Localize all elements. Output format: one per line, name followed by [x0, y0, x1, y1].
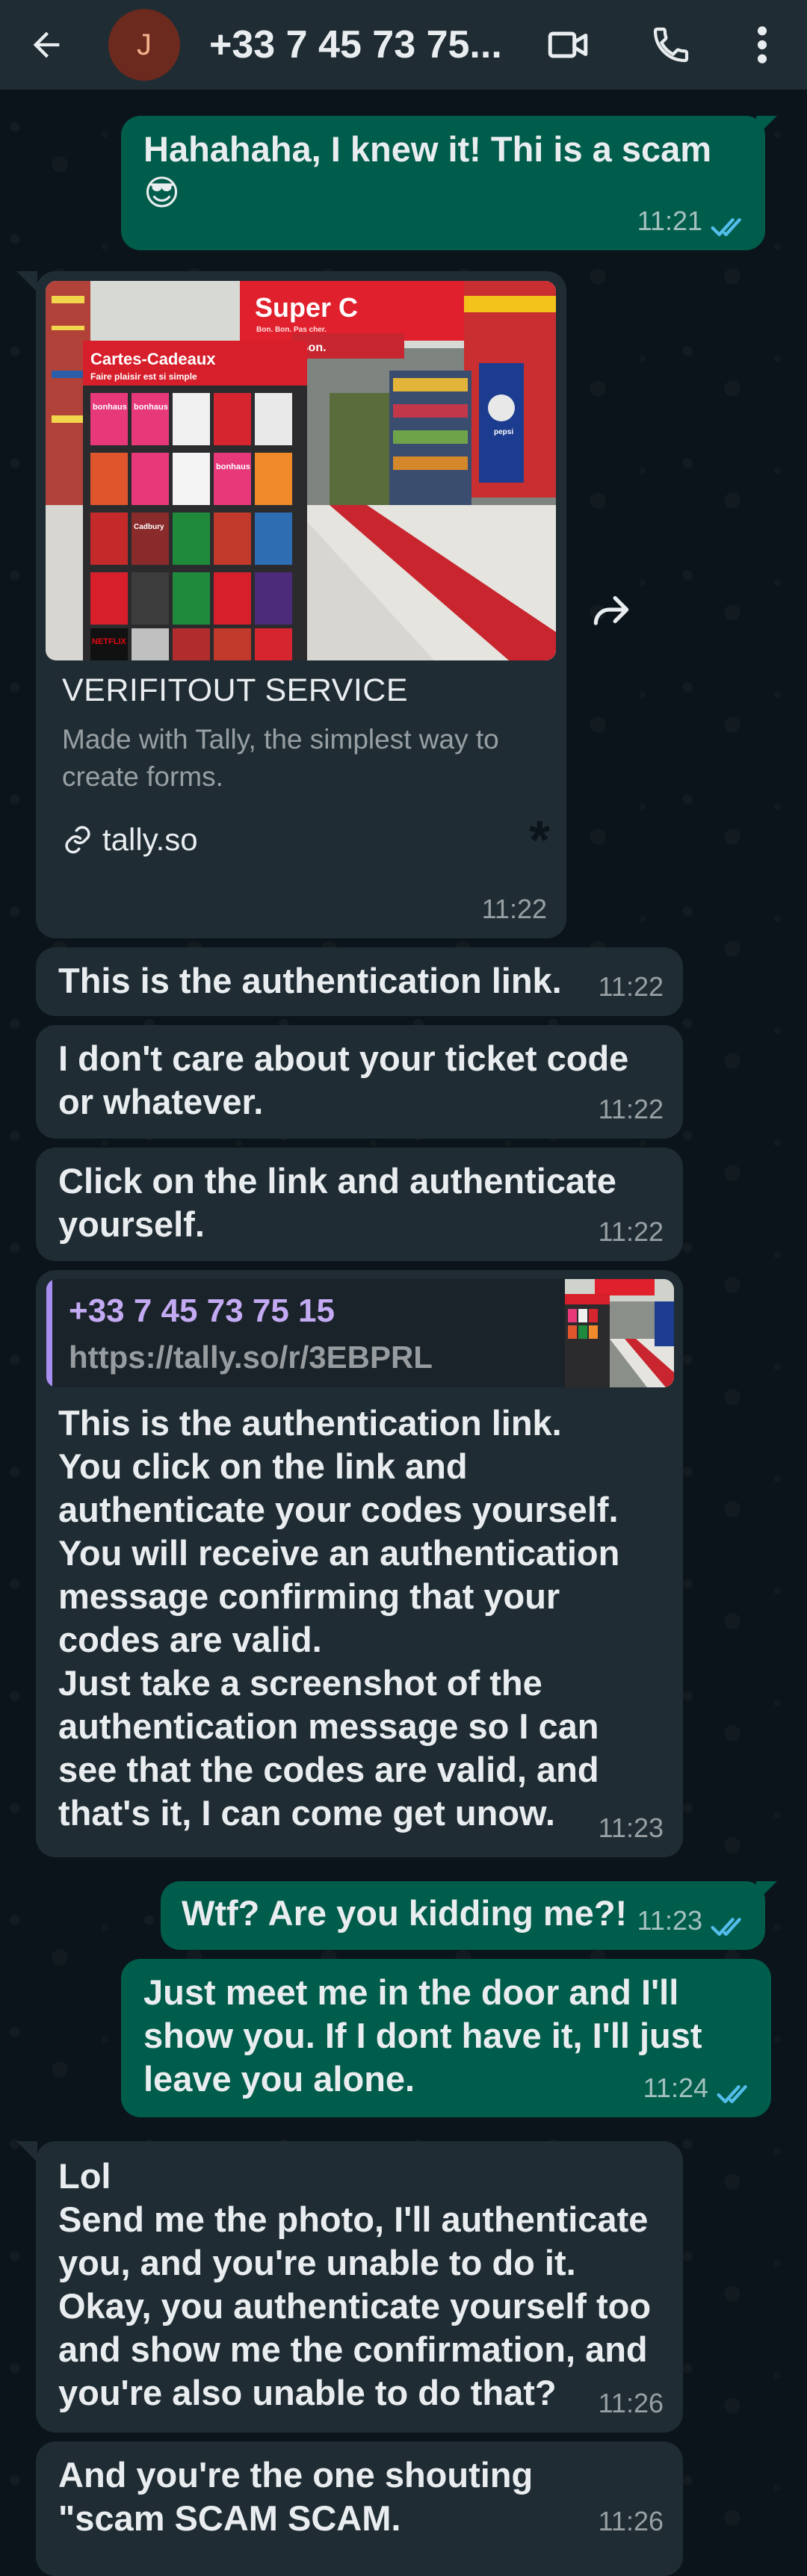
message-time: 11:22: [598, 971, 664, 1002]
gift-card-sign: Cartes-Cadeaux: [90, 350, 216, 368]
message-time: 11:22: [481, 894, 547, 924]
link-preview-title: VERIFITOUT SERVICE: [62, 672, 408, 708]
message-time: 11:26: [598, 2388, 664, 2418]
gift-card-label: bonhaus: [216, 462, 250, 471]
message-bubble-incoming[interactable]: Click on the link and authenticate yours…: [36, 1148, 683, 1261]
bubble-tail: [756, 1881, 777, 1902]
gift-card-label: bonhaus: [134, 403, 168, 412]
message-text: This is the authentication link.: [58, 961, 562, 1000]
forward-icon[interactable]: [575, 574, 647, 645]
message-bubble-incoming[interactable]: And you're the one shouting "scam SCAM S…: [36, 2442, 683, 2576]
store-sign: Super C: [255, 292, 358, 323]
contact-name[interactable]: +33 7 45 73 75...: [209, 15, 523, 75]
gift-card-label: bonhaus: [93, 403, 127, 412]
message-text: And you're the one shouting "scam SCAM S…: [58, 2455, 543, 2538]
link-domain-text: tally.so: [102, 822, 198, 857]
message-bubble-outgoing[interactable]: Wtf? Are you kidding me?! 11:23: [161, 1881, 765, 1950]
video-call-icon[interactable]: [539, 16, 596, 73]
reply-message[interactable]: +33 7 45 73 75 15 https://tally.so/r/3EB…: [36, 1270, 683, 1857]
message-bubble-outgoing[interactable]: Just meet me in the door and I'll show y…: [121, 1959, 771, 2117]
link-preview-image[interactable]: Super C Bon. Bon. Pas cher. pepsi Bon. C…: [46, 281, 556, 660]
message-text: I don't care about your ticket code or w…: [58, 1038, 639, 1121]
more-options-icon[interactable]: [734, 16, 791, 73]
quoted-thumbnail: [565, 1279, 674, 1387]
tally-logo-icon: *: [529, 811, 551, 870]
message-time: 11:23: [598, 1812, 664, 1843]
quoted-message[interactable]: +33 7 45 73 75 15 https://tally.so/r/3EB…: [46, 1279, 674, 1387]
quoted-text: https://tally.so/r/3EBPRL: [69, 1340, 433, 1375]
message-time: 11:22: [598, 1094, 664, 1124]
quote-accent-bar: [46, 1279, 52, 1387]
link-preview-description: Made with Tally, the simplest way to cre…: [62, 724, 499, 792]
read-receipt-icon: [717, 2085, 747, 2104]
link-preview-message[interactable]: Super C Bon. Bon. Pas cher. pepsi Bon. C…: [36, 271, 566, 938]
message-bubble-incoming[interactable]: This is the authentication link. 11:22: [36, 947, 683, 1016]
quoted-sender: +33 7 45 73 75 15: [69, 1292, 335, 1329]
bubble-tail: [16, 2141, 37, 2162]
gift-card-sign-tagline: Faire plaisir est si simple: [90, 371, 197, 382]
message-time: 11:24: [643, 2072, 708, 2103]
phone-icon[interactable]: [643, 16, 699, 73]
message-text: This is the authentication link. You cli…: [58, 1403, 620, 1833]
message-bubble-incoming[interactable]: Lol Send me the photo, I'll authenticate…: [36, 2141, 683, 2433]
message-time: 11:26: [598, 2506, 664, 2536]
gift-card-label: Cadbury: [134, 523, 164, 531]
bubble-tail: [756, 116, 777, 137]
message-text: Lol Send me the photo, I'll authenticate…: [58, 2156, 652, 2412]
chat-header: J +33 7 45 73 75...: [0, 0, 807, 90]
link-preview-domain[interactable]: tally.so: [62, 818, 198, 861]
store-sign-tagline: Bon. Bon. Pas cher.: [256, 326, 327, 334]
link-icon: [62, 824, 93, 855]
read-receipt-icon: [711, 218, 741, 237]
message-bubble-incoming[interactable]: I don't care about your ticket code or w…: [36, 1025, 683, 1139]
back-arrow-icon[interactable]: [18, 16, 75, 73]
message-text: Just meet me in the door and I'll show y…: [143, 1972, 712, 2099]
bubble-tail: [16, 271, 37, 292]
message-text: Click on the link and authenticate yours…: [58, 1161, 626, 1244]
message-time: 11:23: [637, 1905, 702, 1936]
message-time: 11:22: [598, 1216, 664, 1247]
avatar[interactable]: J: [108, 9, 180, 81]
read-receipt-icon: [711, 1918, 741, 1936]
message-bubble-outgoing[interactable]: Hahahaha, I knew it! Thi is a scam 😎 11:…: [121, 116, 765, 250]
gift-card-label: NETFLIX: [92, 637, 126, 646]
message-time: 11:21: [637, 205, 702, 236]
cooler-brand: pepsi: [494, 428, 513, 436]
